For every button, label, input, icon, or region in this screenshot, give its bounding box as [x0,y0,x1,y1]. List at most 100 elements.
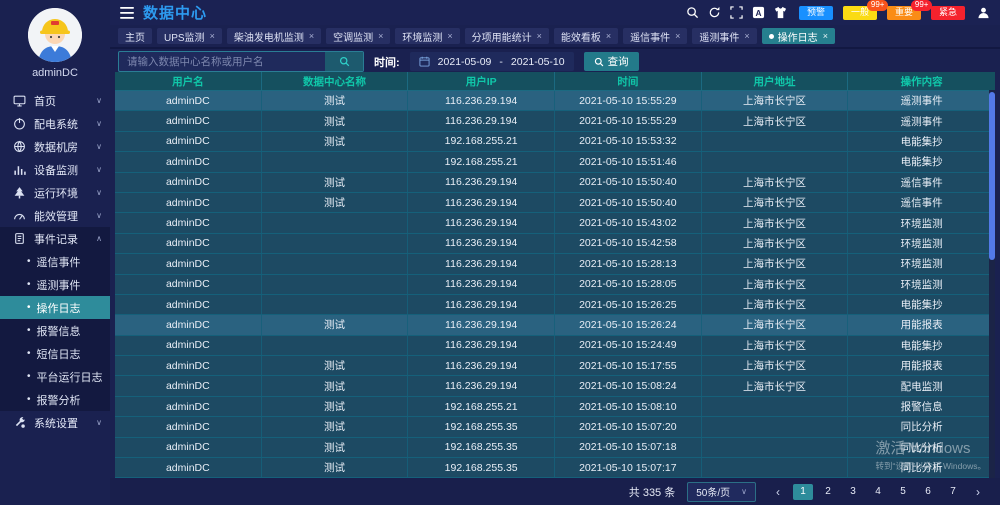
tab-hvac[interactable]: 空调监测× [326,28,390,44]
table-row[interactable]: adminDC测试116.236.29.1942021-05-10 15:08:… [115,376,995,396]
table-row[interactable]: adminDC测试116.236.29.1942021-05-10 15:50:… [115,193,995,213]
sidebar-item-home[interactable]: 首页∨ [0,89,110,112]
table-row[interactable]: adminDC测试192.168.255.212021-05-10 15:53:… [115,132,995,152]
table-row[interactable]: adminDC测试192.168.255.352021-05-10 15:07:… [115,438,995,458]
alarm-badge-warning[interactable]: 预警 [799,6,833,20]
sidebar-item-event-records[interactable]: 事件记录∧ [0,227,110,250]
user-icon[interactable] [977,6,990,19]
table-row[interactable]: adminDC116.236.29.1942021-05-10 15:43:02… [115,213,995,233]
tab-close-icon[interactable]: × [378,31,383,41]
environment-icon [13,186,26,199]
fullscreen-icon[interactable] [730,6,743,19]
sidebar-item-system-settings[interactable]: 系统设置∨ [0,411,110,434]
table-cell: 116.236.29.194 [408,173,555,192]
table-row[interactable]: adminDC测试116.236.29.1942021-05-10 15:55:… [115,111,995,131]
table-row[interactable]: adminDC测试192.168.255.212021-05-10 15:08:… [115,397,995,417]
page-button-6[interactable]: 6 [918,484,938,500]
sidebar-item-energy-efficiency[interactable]: 能效管理∨ [0,204,110,227]
table-row[interactable]: adminDC测试116.236.29.1942021-05-10 15:26:… [115,315,995,335]
alarm-badge-critical[interactable]: 紧急 [931,6,965,20]
date-end[interactable]: 2021-05-10 [511,56,565,68]
table-row[interactable]: adminDC测试192.168.255.352021-05-10 15:07:… [115,458,995,478]
sidebar-item-sms-log[interactable]: •短信日志 [0,342,110,365]
date-range-picker[interactable]: 2021-05-09 - 2021-05-10 [410,52,574,71]
table-cell: 同比分析 [848,417,995,436]
table-cell: 测试 [262,91,409,110]
tab-close-icon[interactable]: × [447,31,452,41]
page-button-2[interactable]: 2 [818,484,838,500]
tab-close-icon[interactable]: × [537,31,542,41]
tab-home[interactable]: 主页 [118,28,152,44]
tab-energy-breakdown[interactable]: 分项用能统计× [465,28,549,44]
table-row[interactable]: adminDC192.168.255.212021-05-10 15:51:46… [115,152,995,172]
sidebar-item-operating-env[interactable]: 运行环境∨ [0,181,110,204]
table-row[interactable]: adminDC测试116.236.29.1942021-05-10 15:50:… [115,173,995,193]
search-input[interactable] [119,52,325,71]
table-row[interactable]: adminDC116.236.29.1942021-05-10 15:42:58… [115,234,995,254]
tab-close-icon[interactable]: × [675,31,680,41]
tab-energy-board[interactable]: 能效看板× [554,28,618,44]
search-button[interactable] [325,52,363,71]
table-cell: 2021-05-10 15:07:17 [555,458,702,477]
table-row[interactable]: adminDC测试116.236.29.1942021-05-10 15:55:… [115,91,995,111]
table-cell: 116.236.29.194 [408,111,555,130]
tab-remote-signal[interactable]: 遥信事件× [623,28,687,44]
table-cell: 测试 [262,173,409,192]
table-cell: 116.236.29.194 [408,336,555,355]
page-button-7[interactable]: 7 [943,484,963,500]
page-button-4[interactable]: 4 [868,484,888,500]
sidebar-item-operation-log[interactable]: •操作日志 [0,296,110,319]
table-row[interactable]: adminDC116.236.29.1942021-05-10 15:26:25… [115,295,995,315]
sidebar-item-platform-run-log[interactable]: •平台运行日志 [0,365,110,388]
sidebar-item-remote-signal-events[interactable]: •遥信事件 [0,250,110,273]
operation-log-table: 用户名数据中心名称用户IP时间用户地址操作内容 adminDC测试116.236… [115,72,995,478]
tab-telemetry[interactable]: 遥测事件× [692,28,756,44]
theme-icon[interactable] [774,6,787,19]
sidebar-menu: 首页∨配电系统∨数据机房∨设备监测∨运行环境∨能效管理∨事件记录∧•遥信事件•遥… [0,89,110,434]
tab-operation-log[interactable]: 操作日志× [762,28,835,44]
table-cell [262,213,409,232]
sidebar-item-telemetry-events[interactable]: •遥测事件 [0,273,110,296]
sidebar-item-device-monitor[interactable]: 设备监测∨ [0,158,110,181]
page-button-3[interactable]: 3 [843,484,863,500]
tab-close-icon[interactable]: × [823,31,828,41]
table-scrollbar[interactable] [989,90,995,478]
language-icon[interactable]: A [752,6,765,19]
alarm-badge-important[interactable]: 重要99+ [887,6,921,20]
table-row[interactable]: adminDC116.236.29.1942021-05-10 15:24:49… [115,336,995,356]
sidebar-item-power-distribution[interactable]: 配电系统∨ [0,112,110,135]
scrollbar-thumb[interactable] [989,92,995,260]
tab-ups[interactable]: UPS监测× [157,28,222,44]
sidebar-item-data-room[interactable]: 数据机房∨ [0,135,110,158]
table-cell: 上海市长宁区 [702,254,849,273]
query-button[interactable]: 查询 [584,52,639,71]
tab-close-icon[interactable]: × [744,31,749,41]
tab-close-icon[interactable]: × [309,31,314,41]
table-row[interactable]: adminDC116.236.29.1942021-05-10 15:28:05… [115,275,995,295]
tab-diesel-generator[interactable]: 柴油发电机监测× [227,28,321,44]
page-size-select[interactable]: 50条/页 ∨ [687,482,756,502]
sidebar-item-alarm-info[interactable]: •报警信息 [0,319,110,342]
table-cell: adminDC [115,458,262,477]
sidebar-item-alarm-analysis[interactable]: •报警分析 [0,388,110,411]
alarm-badge-normal[interactable]: 一般99+ [843,6,877,20]
table-row[interactable]: adminDC测试116.236.29.1942021-05-10 15:17:… [115,356,995,376]
prev-page-button[interactable]: ‹ [768,484,788,500]
menu-toggle-icon[interactable] [120,7,134,19]
next-page-button[interactable]: › [968,484,988,500]
tab-close-icon[interactable]: × [606,31,611,41]
date-start[interactable]: 2021-05-09 [438,56,492,68]
settings-icon [13,416,26,429]
table-row[interactable]: adminDC测试192.168.255.352021-05-10 15:07:… [115,417,995,437]
tab-close-icon[interactable]: × [210,31,215,41]
refresh-icon[interactable] [708,6,721,19]
tab-label: 环境监测 [402,29,442,44]
table-cell [262,234,409,253]
tab-environment[interactable]: 环境监测 × [395,28,459,44]
table-cell: 测试 [262,438,409,457]
table-row[interactable]: adminDC116.236.29.1942021-05-10 15:28:13… [115,254,995,274]
page-button-1[interactable]: 1 [793,484,813,500]
table-cell: 用能报表 [848,315,995,334]
page-button-5[interactable]: 5 [893,484,913,500]
search-icon[interactable] [686,6,699,19]
